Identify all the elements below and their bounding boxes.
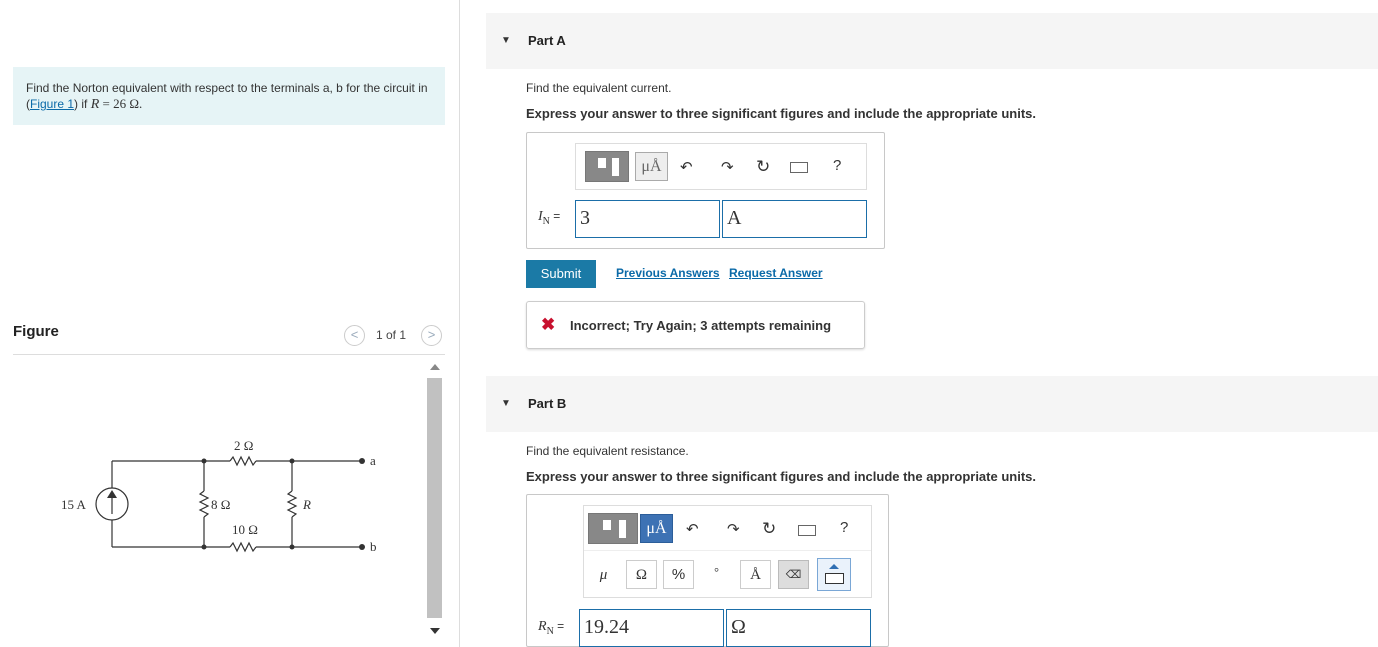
- mu-symbol-button[interactable]: μ: [588, 560, 619, 589]
- problem-statement: Find the Norton equivalent with respect …: [13, 67, 445, 125]
- scrollbar-thumb[interactable]: [427, 378, 442, 618]
- part-a-question: Find the equivalent current.: [526, 81, 672, 95]
- prev-figure-button[interactable]: <: [344, 325, 365, 346]
- templates-icon[interactable]: [588, 513, 638, 544]
- node-dot: [289, 544, 295, 550]
- answer-label-eq: =: [553, 619, 565, 633]
- part-b-header[interactable]: ▼ Part B: [486, 376, 1378, 432]
- circuit-diagram: 15 A 2 Ω 8 Ω 10 Ω R a b: [61, 438, 377, 554]
- templates-icon[interactable]: [585, 151, 629, 182]
- units-button[interactable]: μÅ: [635, 152, 668, 181]
- resistance-variable: R: [90, 97, 100, 112]
- figure-counter: 1 of 1: [376, 328, 407, 342]
- toolbar-divider: [584, 550, 871, 551]
- problem-text-mid: ) if: [74, 97, 91, 111]
- undo-icon[interactable]: ↶: [680, 158, 693, 176]
- pane-divider: [459, 0, 460, 647]
- chevron-left-icon: <: [350, 327, 359, 342]
- figure-heading: Figure: [13, 323, 59, 340]
- redo-icon[interactable]: ↷: [721, 158, 734, 176]
- resistor-2ohm: [229, 455, 257, 467]
- percent-symbol-button[interactable]: %: [663, 560, 694, 589]
- answer-label-sub: N: [542, 215, 550, 227]
- chevron-right-icon: >: [427, 327, 436, 342]
- answer-label-var: R: [538, 619, 547, 634]
- collapse-triangle-icon: ▼: [501, 35, 511, 46]
- terminal-b-dot: [359, 544, 365, 550]
- part-b-title: Part B: [528, 396, 567, 411]
- part-a-units-input[interactable]: A: [722, 200, 867, 238]
- resistor-10ohm: [229, 541, 257, 553]
- part-a-instruction: Express your answer to three significant…: [526, 106, 1036, 121]
- resistance-value: = 26 Ω.: [99, 96, 143, 111]
- figure-link[interactable]: Figure 1: [30, 97, 74, 111]
- reset-icon[interactable]: ↻: [756, 157, 770, 177]
- arrow-up-icon: [107, 490, 117, 498]
- resistor-8ohm: [198, 490, 210, 518]
- node-dot: [201, 458, 207, 464]
- part-b-value-input[interactable]: 19.24: [579, 609, 724, 647]
- request-answer-link[interactable]: Request Answer: [729, 266, 823, 280]
- part-a-answer-label: IN =: [538, 209, 560, 227]
- collapse-triangle-icon: ▼: [501, 398, 511, 409]
- part-a-title: Part A: [528, 33, 566, 48]
- terminal-b-label: b: [370, 539, 377, 554]
- node-dot: [289, 458, 295, 464]
- previous-answers-link[interactable]: Previous Answers: [616, 266, 720, 280]
- part-a-toolbar: μÅ ↶ ↷ ↻ ?: [575, 143, 867, 190]
- answer-label-sub: N: [546, 625, 554, 637]
- backspace-icon[interactable]: ⌫: [778, 560, 809, 589]
- r-load-label: R: [302, 497, 311, 512]
- figure-divider: [13, 354, 445, 355]
- scroll-down-icon[interactable]: [430, 628, 440, 634]
- undo-icon[interactable]: ↶: [686, 520, 699, 538]
- source-label: 15 A: [61, 497, 87, 512]
- feedback-message: Incorrect; Try Again; 3 attempts remaini…: [570, 318, 832, 333]
- next-figure-button[interactable]: >: [421, 325, 442, 346]
- part-b-answer-label: RN =: [538, 619, 564, 637]
- part-b-question: Find the equivalent resistance.: [526, 444, 689, 458]
- part-b-toolbar: μÅ ↶ ↷ ↻ ? μ Ω % ° Å ⌫: [583, 505, 872, 598]
- answer-label-eq: =: [549, 209, 561, 223]
- keyboard-toggle-icon[interactable]: [817, 558, 851, 591]
- terminal-a-label: a: [370, 453, 376, 468]
- ohm-symbol-button[interactable]: Ω: [626, 560, 657, 589]
- part-b-units-input[interactable]: Ω: [726, 609, 871, 647]
- reset-icon[interactable]: ↻: [762, 519, 776, 539]
- keyboard-icon[interactable]: [790, 162, 808, 173]
- resistor-r: [286, 490, 298, 518]
- help-icon[interactable]: ?: [833, 157, 841, 174]
- degree-symbol-button[interactable]: °: [701, 560, 732, 589]
- part-b-instruction: Express your answer to three significant…: [526, 469, 1036, 484]
- terminal-a-dot: [359, 458, 365, 464]
- help-icon[interactable]: ?: [840, 519, 848, 536]
- r1-label: 2 Ω: [234, 438, 253, 453]
- error-x-icon: ✖: [541, 315, 556, 334]
- feedback-box: ✖ Incorrect; Try Again; 3 attempts remai…: [526, 301, 865, 349]
- node-dot: [201, 544, 207, 550]
- keyboard-icon[interactable]: [798, 525, 816, 536]
- angstrom-symbol-button[interactable]: Å: [740, 560, 771, 589]
- redo-icon[interactable]: ↷: [727, 520, 740, 538]
- submit-button[interactable]: Submit: [526, 260, 596, 288]
- r3-label: 10 Ω: [232, 522, 258, 537]
- part-a-value-input[interactable]: 3: [575, 200, 720, 238]
- r2-label: 8 Ω: [211, 497, 230, 512]
- part-a-header[interactable]: ▼ Part A: [486, 13, 1378, 69]
- units-button[interactable]: μÅ: [640, 514, 673, 543]
- scroll-up-icon[interactable]: [430, 364, 440, 370]
